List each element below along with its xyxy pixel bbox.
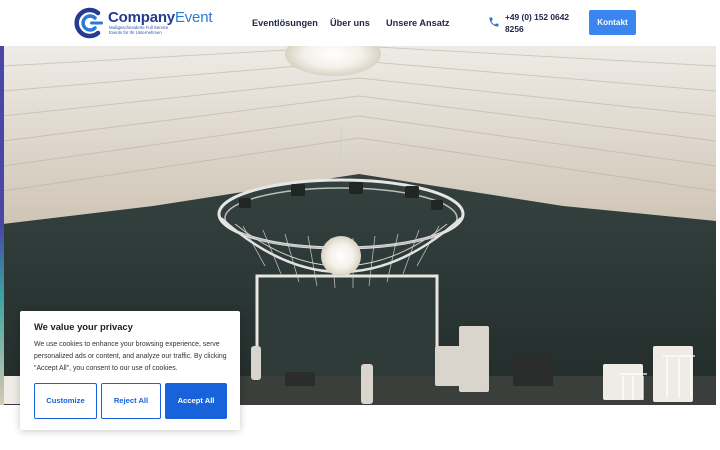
cookie-consent-banner: We value your privacy We use cookies to …	[20, 311, 240, 430]
site-header: CompanyEvent Maßgeschneiderte Full Servi…	[0, 0, 720, 46]
customize-button[interactable]: Customize	[34, 383, 97, 419]
reject-all-button[interactable]: Reject All	[101, 383, 161, 419]
nav-unsere-ansatz[interactable]: Unsere Ansatz	[386, 16, 449, 30]
hero-side-accent	[0, 46, 4, 405]
accept-all-button[interactable]: Accept All	[165, 383, 227, 419]
nav-eventloesungen[interactable]: Eventlösungen	[252, 16, 318, 30]
logo-tagline-line2: Events für Ihr Unternehmen	[109, 29, 162, 35]
cookie-banner-text: We use cookies to enhance your browsing …	[34, 341, 227, 373]
logo-name-part2: Event	[174, 9, 213, 26]
logo-wordmark: CompanyEvent	[108, 9, 213, 26]
phone-number[interactable]: +49 (0) 152 0642 8256	[505, 11, 577, 35]
page: CompanyEvent Maßgeschneiderte Full Servi…	[0, 0, 720, 450]
cookie-banner-title: We value your privacy	[34, 321, 133, 332]
company-logo[interactable]: CompanyEvent Maßgeschneiderte Full Servi…	[72, 7, 213, 39]
logo-name-part1: Company	[108, 9, 175, 26]
logo-mark-icon	[74, 7, 103, 39]
contact-button[interactable]: Kontakt	[589, 10, 636, 35]
logo-tagline: Maßgeschneiderte Full Service Events für…	[109, 25, 189, 36]
phone-icon[interactable]	[488, 16, 500, 28]
nav-ueber-uns[interactable]: Über uns	[330, 16, 370, 30]
